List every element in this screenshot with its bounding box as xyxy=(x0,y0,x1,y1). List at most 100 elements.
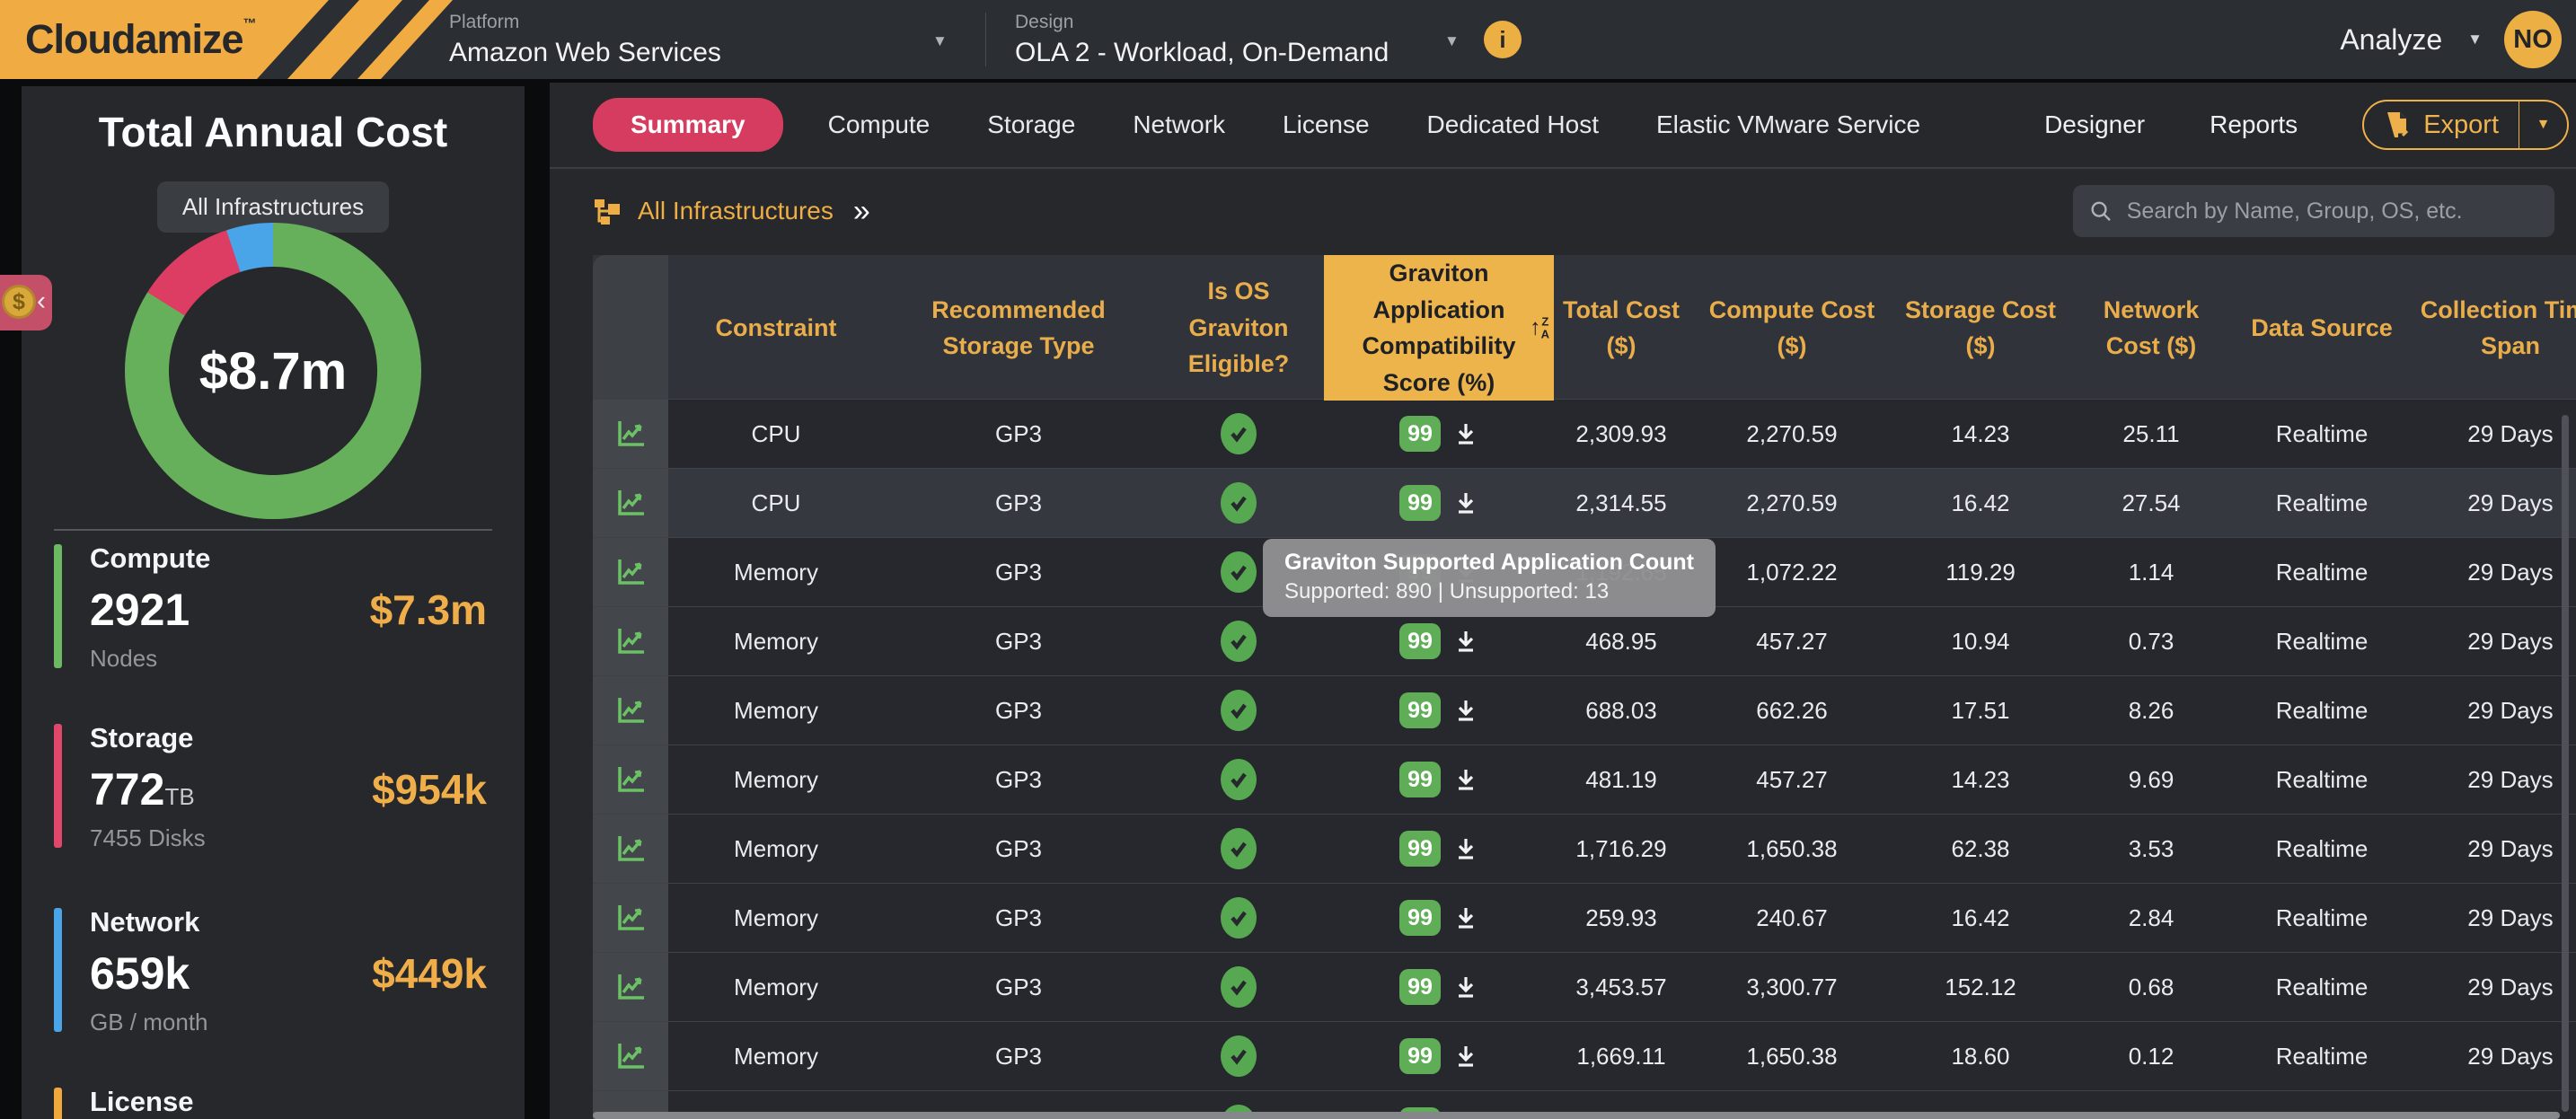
score-badge[interactable]: 99 xyxy=(1399,623,1441,659)
download-icon[interactable] xyxy=(1453,974,1478,1000)
column-header-recommended-storage-type[interactable]: Recommended Storage Type xyxy=(884,255,1153,401)
chevron-down-icon[interactable]: ▼ xyxy=(1444,32,1460,50)
license-accent-bar xyxy=(54,1088,62,1119)
tab-elastic-vmware-service[interactable]: Elastic VMware Service xyxy=(1656,110,1920,139)
chevron-left-icon[interactable]: ‹ xyxy=(37,286,46,317)
table-row[interactable]: MemoryGP3991,669.111,650.3818.600.12Real… xyxy=(593,1021,2576,1090)
trend-chart-icon-cell[interactable] xyxy=(593,1022,668,1090)
table-row[interactable]: MemoryGP399481.19457.2714.239.69Realtime… xyxy=(593,745,2576,814)
search-box[interactable] xyxy=(2073,185,2554,237)
table-row[interactable]: CPUGP3992,309.932,270.5914.2325.11Realti… xyxy=(593,399,2576,468)
breadcrumb-expand-icon[interactable]: » xyxy=(853,194,870,229)
column-header-compute-cost-[interactable]: Compute Cost ($) xyxy=(1689,255,1895,401)
download-icon[interactable] xyxy=(1453,421,1478,446)
column-header-constraint[interactable]: Constraint xyxy=(668,255,884,401)
tab-compute[interactable]: Compute xyxy=(828,110,931,139)
download-icon[interactable] xyxy=(1453,767,1478,792)
score-badge[interactable]: 99 xyxy=(1399,692,1441,728)
download-icon[interactable] xyxy=(1453,1044,1478,1069)
trend-chart-icon-cell[interactable] xyxy=(593,884,668,952)
score-badge[interactable]: 99 xyxy=(1399,485,1441,521)
network-cost-cell: 8.26 xyxy=(2066,676,2236,745)
nav-designer[interactable]: Designer xyxy=(2044,110,2145,139)
column-header-storage-cost-[interactable]: Storage Cost ($) xyxy=(1895,255,2066,401)
eligible-cell xyxy=(1153,745,1324,814)
download-icon[interactable] xyxy=(1453,905,1478,930)
trend-chart-icon-cell[interactable] xyxy=(593,607,668,675)
download-icon[interactable] xyxy=(1453,490,1478,515)
column-header-network-cost-[interactable]: Network Cost ($) xyxy=(2066,255,2236,401)
analyze-menu[interactable]: Analyze xyxy=(2340,23,2442,57)
collection-span-cell: 29 Days xyxy=(2407,745,2576,814)
export-dropdown-caret[interactable]: ▼ xyxy=(2519,101,2567,148)
score-cell: 99 xyxy=(1324,676,1554,745)
eligible-cell xyxy=(1153,815,1324,883)
column-header-data-source[interactable]: Data Source xyxy=(2236,255,2407,401)
breadcrumb-label[interactable]: All Infrastructures xyxy=(638,197,834,225)
tab-license[interactable]: License xyxy=(1283,110,1370,139)
score-cell: 99 xyxy=(1324,884,1554,952)
cost-panel-collapse-tag[interactable]: $ ‹ xyxy=(0,275,52,330)
nav-reports[interactable]: Reports xyxy=(2210,110,2298,139)
score-badge[interactable]: 99 xyxy=(1399,1038,1441,1074)
summary-table: ConstraintRecommended Storage TypeIs OS … xyxy=(593,255,2576,1119)
download-icon[interactable] xyxy=(1453,836,1478,861)
trend-chart-icon-cell[interactable] xyxy=(593,538,668,606)
table-row[interactable]: MemoryGP399259.93240.6716.422.84Realtime… xyxy=(593,883,2576,952)
column-header-icon xyxy=(593,255,668,401)
check-circle-icon xyxy=(1221,621,1257,662)
column-header-collection-time-span[interactable]: Collection Time Span xyxy=(2407,255,2576,401)
tab-dedicated-host[interactable]: Dedicated Host xyxy=(1427,110,1599,139)
cloudamize-logo[interactable]: Cloudamize™ xyxy=(0,0,503,79)
user-avatar[interactable]: NO xyxy=(2504,11,2562,68)
platform-value: Amazon Web Services xyxy=(449,38,916,68)
chevron-down-icon[interactable]: ▼ xyxy=(2467,31,2483,48)
table-row[interactable]: MemoryGP399688.03662.2617.518.26Realtime… xyxy=(593,675,2576,745)
chevron-down-icon[interactable]: ▼ xyxy=(932,32,948,50)
section-subtext: GB / month xyxy=(90,1009,487,1036)
data-source-cell: Realtime xyxy=(2236,884,2407,952)
design-value: OLA 2 - Workload, On-Demand xyxy=(1015,38,1437,68)
export-button[interactable]: Export ▼ xyxy=(2362,100,2569,150)
storage-cost-cell: 16.42 xyxy=(1895,469,2066,537)
tab-network[interactable]: Network xyxy=(1133,110,1225,139)
compute-cost-cell: 457.27 xyxy=(1689,607,1895,675)
table-row[interactable]: MemoryGP3991,716.291,650.3862.383.53Real… xyxy=(593,814,2576,883)
score-badge[interactable]: 99 xyxy=(1399,831,1441,867)
trend-chart-icon-cell[interactable] xyxy=(593,815,668,883)
table-row[interactable]: MemoryGP3993,453.573,300.77152.120.68Rea… xyxy=(593,952,2576,1021)
trend-chart-icon-cell[interactable] xyxy=(593,400,668,468)
export-main[interactable]: Export xyxy=(2364,110,2519,140)
download-icon[interactable] xyxy=(1453,629,1478,654)
platform-selector[interactable]: Platform Amazon Web Services xyxy=(449,12,916,68)
network-cost-cell: 9.69 xyxy=(2066,745,2236,814)
search-input[interactable] xyxy=(2125,198,2538,225)
horizontal-scrollbar[interactable] xyxy=(593,1112,2560,1119)
column-header-graviton-application-compatibility-score-[interactable]: Graviton Application Compatibility Score… xyxy=(1324,255,1554,401)
data-source-cell: Realtime xyxy=(2236,745,2407,814)
column-header-total-cost-[interactable]: Total Cost ($) xyxy=(1554,255,1689,401)
tab-summary[interactable]: Summary xyxy=(593,98,783,152)
total-cost-cell: 688.03 xyxy=(1554,676,1689,745)
breadcrumb[interactable]: All Infrastructures » xyxy=(593,194,870,229)
score-badge[interactable]: 99 xyxy=(1399,969,1441,1005)
vertical-scrollbar[interactable] xyxy=(2562,415,2569,1112)
table-row[interactable]: CPUGP3992,314.552,270.5916.4227.54Realti… xyxy=(593,468,2576,537)
trend-chart-icon-cell[interactable] xyxy=(593,953,668,1021)
info-icon[interactable]: i xyxy=(1484,21,1522,58)
check-circle-icon xyxy=(1221,1035,1257,1077)
trend-chart-icon-cell[interactable] xyxy=(593,469,668,537)
compute-cost-cell: 662.26 xyxy=(1689,676,1895,745)
trend-chart-icon-cell[interactable] xyxy=(593,745,668,814)
section-cost: $7.3m xyxy=(370,586,487,634)
design-selector[interactable]: Design OLA 2 - Workload, On-Demand xyxy=(1015,12,1437,68)
sort-alpha-icon[interactable]: ↑ZA xyxy=(1530,311,1549,345)
tab-storage[interactable]: Storage xyxy=(987,110,1075,139)
section-value: 2921 xyxy=(90,584,190,636)
column-header-is-os-graviton-eligible-[interactable]: Is OS Graviton Eligible? xyxy=(1153,255,1324,401)
trend-chart-icon-cell[interactable] xyxy=(593,676,668,745)
score-badge[interactable]: 99 xyxy=(1399,416,1441,452)
score-badge[interactable]: 99 xyxy=(1399,762,1441,797)
score-badge[interactable]: 99 xyxy=(1399,900,1441,936)
download-icon[interactable] xyxy=(1453,698,1478,723)
